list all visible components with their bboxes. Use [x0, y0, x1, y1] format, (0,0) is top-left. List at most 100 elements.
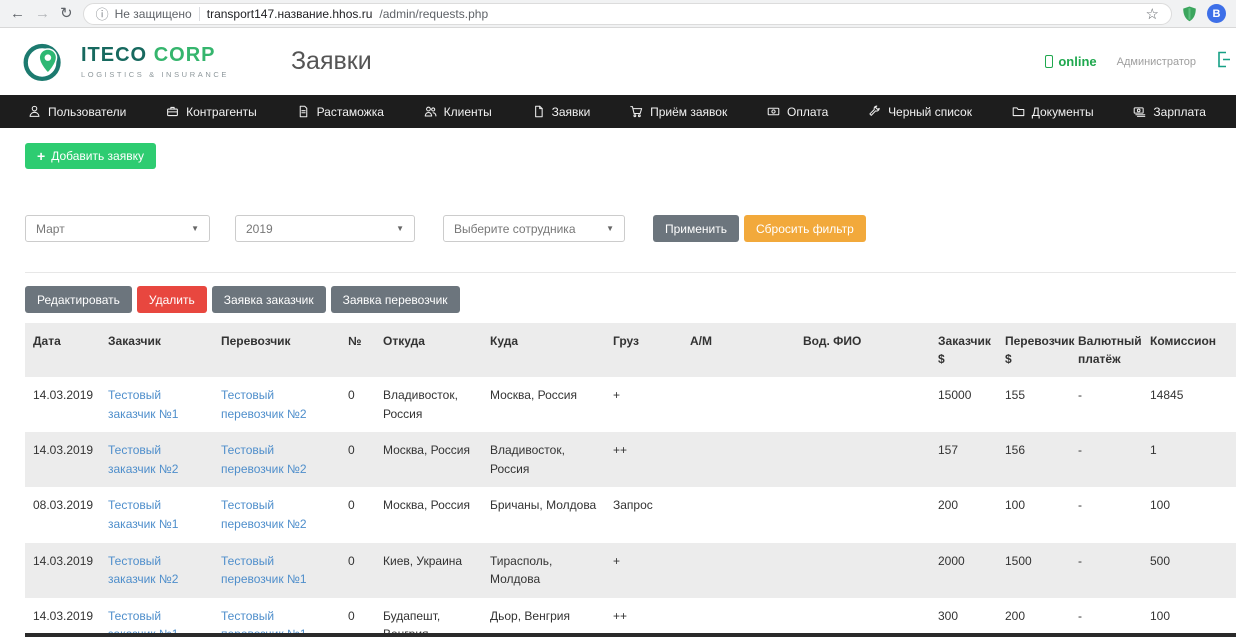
- adblock-shield-icon[interactable]: [1182, 6, 1197, 22]
- file-icon: [534, 105, 543, 118]
- year-select-value: 2019: [246, 221, 273, 236]
- requests-table-head: Дата Заказчик Перевозчик № Откуда Куда Г…: [25, 323, 1236, 377]
- filter-bar: Март ▼ 2019 ▼ Выберите сотрудника ▼ Прим…: [25, 215, 1236, 242]
- cart-icon: [630, 106, 643, 118]
- cell-customer-usd: 200: [938, 498, 959, 513]
- carrier-link[interactable]: Тестовый перевозчик №2: [221, 388, 307, 421]
- cell-commission: 500: [1150, 553, 1171, 568]
- cell-destination: Дьор, Венгрия: [490, 608, 570, 623]
- cell-commission: 100: [1150, 498, 1171, 513]
- year-select[interactable]: 2019 ▼: [235, 215, 415, 242]
- main-nav: Пользователи Контрагенты Растаможка Клие…: [0, 95, 1236, 128]
- customer-request-button[interactable]: Заявка заказчик: [211, 286, 326, 313]
- carrier-link[interactable]: Тестовый перевозчик №2: [221, 498, 307, 531]
- briefcase-icon: [167, 106, 179, 117]
- cell-date: 14.03.2019: [33, 443, 94, 458]
- nav-item-label: Растаможка: [316, 104, 384, 119]
- online-label: online: [1058, 54, 1097, 69]
- nav-item-users[interactable]: Пользователи: [28, 105, 126, 119]
- nav-item-salary[interactable]: Зарплата: [1133, 105, 1206, 119]
- brand-name-secondary: CORP: [153, 44, 216, 66]
- online-status: online: [1045, 54, 1097, 69]
- cell-customer: Тестовый заказчик №2: [100, 543, 213, 598]
- nav-item-counterparties[interactable]: Контрагенты: [166, 105, 257, 119]
- customer-link[interactable]: Тестовый заказчик №1: [108, 498, 178, 531]
- nav-item-documents[interactable]: Документы: [1012, 105, 1094, 119]
- chevron-down-icon: ▼: [396, 224, 404, 233]
- brand-tagline: LOGISTICS & INSURANCE: [81, 70, 229, 79]
- nav-item-label: Оплата: [787, 104, 829, 119]
- logout-button[interactable]: [1216, 51, 1230, 73]
- carrier-link[interactable]: Тестовый перевозчик №1: [221, 554, 307, 587]
- delete-button[interactable]: Удалить: [136, 286, 207, 313]
- address-bar[interactable]: ⓘ Не защищено transport147.название.hhos…: [82, 2, 1172, 25]
- cell-vehicle: [682, 487, 795, 542]
- cell-destination: Бричаны, Молдова: [490, 498, 597, 513]
- table-row[interactable]: 14.03.2019 Тестовый заказчик №1 Тестовый…: [25, 598, 1236, 637]
- cell-cargo: ++: [613, 443, 628, 458]
- url-host: transport147.название.hhos.ru: [206, 6, 373, 21]
- nav-item-label: Клиенты: [443, 104, 492, 119]
- column-header-vehicle: А/М: [682, 323, 795, 377]
- cell-customer: Тестовый заказчик №1: [100, 377, 213, 432]
- cell-date: 14.03.2019: [33, 553, 94, 568]
- reset-filter-button[interactable]: Сбросить фильтр: [744, 215, 866, 242]
- edit-button[interactable]: Редактировать: [25, 286, 132, 313]
- nav-item-payment[interactable]: Оплата: [767, 105, 828, 119]
- forward-icon[interactable]: →: [35, 6, 50, 21]
- cell-customer-usd: 157: [938, 443, 959, 458]
- cell-number: 0: [348, 498, 355, 513]
- back-icon[interactable]: ←: [10, 6, 25, 21]
- app-header: ITECO CORP LOGISTICS & INSURANCE Заявки …: [0, 28, 1236, 95]
- browser-profile-avatar[interactable]: B: [1207, 4, 1226, 23]
- carrier-link[interactable]: Тестовый перевозчик №2: [221, 443, 307, 476]
- nav-item-blacklist[interactable]: Черный список: [868, 105, 972, 119]
- cell-commission: 14845: [1150, 388, 1184, 402]
- cell-customer-usd: 15000: [938, 388, 972, 402]
- add-request-label: Добавить заявку: [51, 149, 144, 163]
- cell-driver: [795, 377, 930, 432]
- cell-cargo: ++: [613, 608, 628, 623]
- customer-link[interactable]: Тестовый заказчик №2: [108, 443, 178, 476]
- cell-number: 0: [348, 443, 355, 458]
- cell-currency: -: [1078, 553, 1082, 568]
- nav-item-label: Заявки: [551, 104, 591, 119]
- reload-icon[interactable]: ↻: [60, 6, 73, 21]
- bookmark-star-icon[interactable]: ☆: [1146, 5, 1159, 23]
- nav-item-requests[interactable]: Заявки: [532, 104, 591, 119]
- customer-link[interactable]: Тестовый заказчик №1: [108, 388, 178, 421]
- nav-item-clients[interactable]: Клиенты: [424, 105, 492, 119]
- banknote-icon: [1134, 107, 1146, 117]
- cell-commission: 100: [1150, 608, 1171, 623]
- cell-number: 0: [348, 388, 355, 402]
- cell-driver: [795, 598, 930, 637]
- column-header-date: Дата: [25, 323, 100, 377]
- month-select-value: Март: [36, 221, 65, 236]
- employee-select-value: Выберите сотрудника: [454, 221, 576, 236]
- nav-item-request-intake[interactable]: Приём заявок: [630, 105, 727, 119]
- column-header-currency: Валютный платёж: [1070, 323, 1142, 377]
- customer-link[interactable]: Тестовый заказчик №2: [108, 554, 178, 587]
- users-icon: [424, 106, 437, 117]
- month-select[interactable]: Март ▼: [25, 215, 210, 242]
- table-row[interactable]: 14.03.2019 Тестовый заказчик №1 Тестовый…: [25, 377, 1236, 432]
- employee-select[interactable]: Выберите сотрудника ▼: [443, 215, 625, 242]
- column-header-customer-usd: Заказчик $: [930, 323, 997, 377]
- cell-currency: -: [1078, 443, 1082, 458]
- nav-item-customs[interactable]: Растаможка: [297, 105, 384, 119]
- cell-customer: Тестовый заказчик №2: [100, 432, 213, 487]
- cell-carrier-usd: 200: [1005, 608, 1026, 623]
- user-icon: [29, 105, 40, 117]
- add-request-button[interactable]: + Добавить заявку: [25, 143, 156, 169]
- apply-filter-button[interactable]: Применить: [653, 215, 740, 242]
- cell-destination: Москва, Россия: [490, 388, 577, 402]
- table-row[interactable]: 14.03.2019 Тестовый заказчик №2 Тестовый…: [25, 542, 1236, 598]
- table-row[interactable]: 08.03.2019 Тестовый заказчик №1 Тестовый…: [25, 487, 1236, 542]
- cell-number: 0: [348, 553, 355, 568]
- browser-toolbar: ← → ↻ ⓘ Не защищено transport147.названи…: [0, 0, 1236, 28]
- security-label: Не защищено: [114, 6, 192, 21]
- cell-number: 0: [348, 608, 355, 623]
- table-row[interactable]: 14.03.2019 Тестовый заказчик №2 Тестовый…: [25, 432, 1236, 488]
- carrier-request-button[interactable]: Заявка перевозчик: [330, 286, 460, 313]
- security-chip[interactable]: ⓘ Не защищено: [96, 4, 192, 23]
